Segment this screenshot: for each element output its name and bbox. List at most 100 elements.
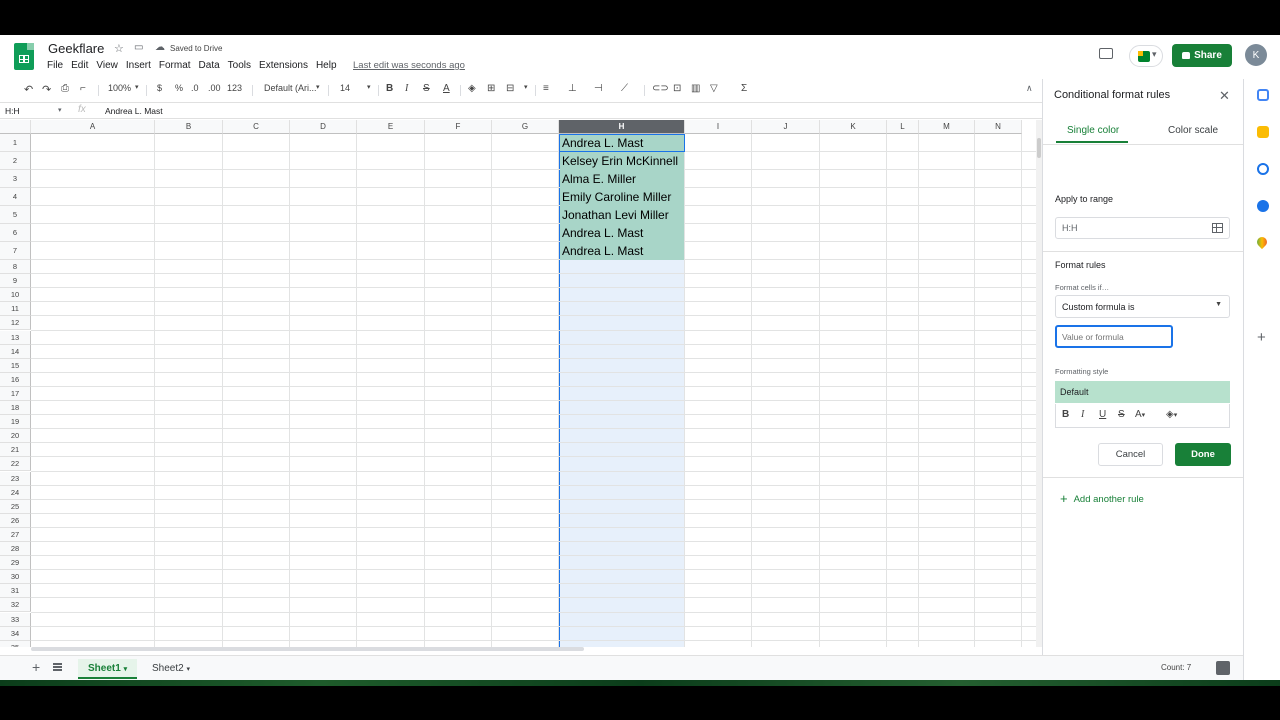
align-left-icon[interactable]: ≡ xyxy=(543,83,549,94)
cell-h2[interactable]: Kelsey Erin McKinnell xyxy=(560,152,684,170)
column-header-g[interactable]: G xyxy=(492,120,559,134)
percent-button[interactable]: % xyxy=(175,83,183,93)
saved-status[interactable]: Saved to Drive xyxy=(170,44,222,53)
increase-decimal-button[interactable]: .00 xyxy=(208,83,221,93)
sheets-logo-icon[interactable] xyxy=(14,43,34,70)
column-header-j[interactable]: J xyxy=(752,120,820,134)
fill-color-icon[interactable]: ◈ xyxy=(468,83,476,94)
calendar-icon[interactable] xyxy=(1257,89,1269,101)
name-box[interactable]: H:H xyxy=(5,106,20,116)
contacts-icon[interactable] xyxy=(1257,200,1269,212)
row-header-7[interactable]: 7 xyxy=(0,242,31,260)
name-box-chevron-icon[interactable]: ▾ xyxy=(58,106,62,114)
column-header-i[interactable]: I xyxy=(685,120,752,134)
zoom-chevron-icon[interactable]: ▾ xyxy=(135,83,139,91)
row-header-5[interactable]: 5 xyxy=(0,206,31,224)
explore-icon[interactable] xyxy=(1216,661,1230,675)
row-header-31[interactable]: 31 xyxy=(0,584,31,599)
fill-color-icon[interactable]: ◈▾ xyxy=(1166,409,1177,420)
tab-color-scale[interactable]: Color scale xyxy=(1168,125,1218,136)
row-header-25[interactable]: 25 xyxy=(0,499,31,514)
currency-button[interactable]: $ xyxy=(157,83,162,93)
close-icon[interactable]: ✕ xyxy=(1219,88,1230,104)
last-edit-link[interactable]: Last edit was seconds ago xyxy=(353,60,465,71)
insert-comment-icon[interactable]: ⊡ xyxy=(673,83,681,94)
row-header-11[interactable]: 11 xyxy=(0,302,31,317)
insert-chart-icon[interactable]: ▥ xyxy=(691,83,700,94)
row-header-34[interactable]: 34 xyxy=(0,626,31,641)
row-header-33[interactable]: 33 xyxy=(0,612,31,627)
get-addons-icon[interactable]: + xyxy=(1257,329,1266,346)
row-header-3[interactable]: 3 xyxy=(0,170,31,188)
underline-icon[interactable]: U xyxy=(1099,409,1106,420)
column-header-l[interactable]: L xyxy=(887,120,919,134)
column-header-b[interactable]: B xyxy=(155,120,223,134)
row-header-1[interactable]: 1 xyxy=(0,134,31,152)
formula-value-input[interactable] xyxy=(1055,325,1173,348)
font-size-select[interactable]: 14 xyxy=(340,83,350,93)
row-header-16[interactable]: 16 xyxy=(0,372,31,387)
row-header-15[interactable]: 15 xyxy=(0,358,31,373)
comment-history-icon[interactable] xyxy=(1099,48,1113,59)
italic-icon[interactable]: I xyxy=(1081,409,1084,420)
row-header-9[interactable]: 9 xyxy=(0,274,31,289)
column-header-h[interactable]: H xyxy=(559,120,685,134)
column-header-a[interactable]: A xyxy=(31,120,155,134)
column-header-f[interactable]: F xyxy=(425,120,492,134)
row-header-10[interactable]: 10 xyxy=(0,288,31,303)
spreadsheet-grid[interactable]: A B C D E F G H I J K L M N 1 2 3 4 5 6 7 8 9 10 11 12 13 14 15 16 17 1… xyxy=(0,120,1036,647)
borders-icon[interactable]: ⊞ xyxy=(487,83,495,94)
row-header-32[interactable]: 32 xyxy=(0,598,31,613)
row-header-20[interactable]: 20 xyxy=(0,429,31,444)
range-input[interactable]: H:H xyxy=(1055,217,1230,239)
strikethrough-button[interactable]: S xyxy=(423,83,430,94)
row-header-14[interactable]: 14 xyxy=(0,344,31,359)
cancel-button[interactable]: Cancel xyxy=(1098,443,1163,466)
column-header-c[interactable]: C xyxy=(223,120,290,134)
menu-data[interactable]: Data xyxy=(199,60,220,71)
menu-format[interactable]: Format xyxy=(159,60,191,71)
merge-cells-icon[interactable]: ⊟ xyxy=(506,83,514,94)
menu-tools[interactable]: Tools xyxy=(228,60,251,71)
row-header-23[interactable]: 23 xyxy=(0,471,31,486)
row-header-17[interactable]: 17 xyxy=(0,386,31,401)
text-color-icon[interactable]: A▾ xyxy=(1135,409,1145,420)
selection-count[interactable]: Count: 7 xyxy=(1161,663,1191,672)
bold-button[interactable]: B xyxy=(386,83,393,94)
undo-icon[interactable]: ↶ xyxy=(24,83,33,96)
menu-help[interactable]: Help xyxy=(316,60,337,71)
filter-icon[interactable]: ▽ xyxy=(710,83,718,94)
text-wrap-icon[interactable]: ⊣ xyxy=(594,83,603,94)
row-header-19[interactable]: 19 xyxy=(0,415,31,430)
all-sheets-icon[interactable] xyxy=(53,663,62,671)
row-header-22[interactable]: 22 xyxy=(0,457,31,472)
row-header-30[interactable]: 30 xyxy=(0,570,31,585)
condition-dropdown[interactable]: Custom formula is ▼ xyxy=(1055,295,1230,318)
sheet-tab-1[interactable]: Sheet1 ▾ xyxy=(78,659,138,679)
add-another-rule-button[interactable]: + Add another rule xyxy=(1060,491,1144,506)
row-header-28[interactable]: 28 xyxy=(0,542,31,557)
document-title[interactable]: Geekflare xyxy=(48,41,104,56)
add-sheet-icon[interactable]: + xyxy=(32,659,40,675)
tab-single-color[interactable]: Single color xyxy=(1067,125,1119,136)
row-header-18[interactable]: 18 xyxy=(0,401,31,416)
cell-h7[interactable]: Andrea L. Mast xyxy=(560,242,684,260)
merge-chevron-icon[interactable]: ▾ xyxy=(524,83,528,91)
font-select[interactable]: Default (Ari... xyxy=(264,83,317,93)
redo-icon[interactable]: ↷ xyxy=(42,83,51,96)
vertical-align-icon[interactable]: ⊥ xyxy=(568,83,577,94)
row-header-8[interactable]: 8 xyxy=(0,260,31,275)
column-header-k[interactable]: K xyxy=(820,120,887,134)
text-color-button[interactable]: A xyxy=(443,83,450,94)
row-header-26[interactable]: 26 xyxy=(0,513,31,528)
menu-edit[interactable]: Edit xyxy=(71,60,88,71)
row-header-35[interactable]: 35 xyxy=(0,640,31,647)
cell-h3[interactable]: Alma E. Miller xyxy=(560,170,684,188)
collapse-menus-icon[interactable]: ∧ xyxy=(1026,83,1033,94)
done-button[interactable]: Done xyxy=(1175,443,1231,466)
italic-button[interactable]: I xyxy=(405,83,408,94)
zoom-select[interactable]: 100% xyxy=(108,83,131,93)
cell-h6[interactable]: Andrea L. Mast xyxy=(560,224,684,242)
column-header-d[interactable]: D xyxy=(290,120,357,134)
font-size-chevron-icon[interactable]: ▾ xyxy=(367,83,371,91)
